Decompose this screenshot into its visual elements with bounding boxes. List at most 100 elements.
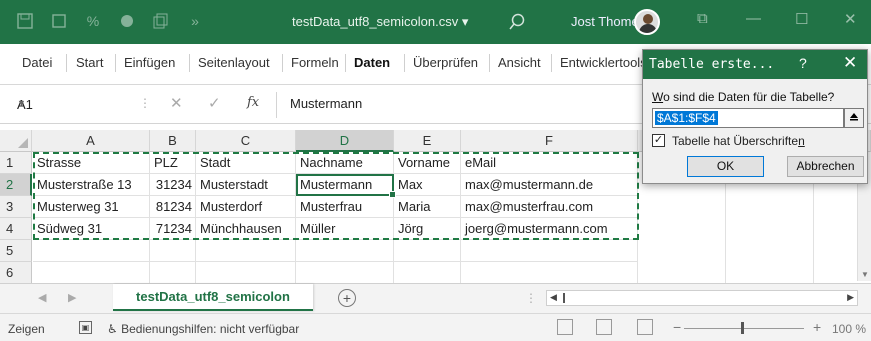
cell-d2[interactable]: Mustermann bbox=[296, 174, 394, 196]
cell-empty[interactable] bbox=[461, 262, 638, 284]
row-header[interactable]: 4 bbox=[0, 218, 32, 240]
cell-e4[interactable]: Jörg bbox=[394, 218, 461, 240]
column-header[interactable]: C bbox=[196, 130, 296, 152]
record-icon[interactable] bbox=[118, 12, 136, 30]
document-title[interactable]: testData_utf8_semicolon.csv ▾ bbox=[292, 14, 468, 30]
cell-b3[interactable]: 81234 bbox=[150, 196, 196, 218]
scroll-left-icon[interactable]: ◀ bbox=[550, 292, 557, 303]
column-header[interactable]: B bbox=[150, 130, 196, 152]
cell-b2[interactable]: 31234 bbox=[150, 174, 196, 196]
zoom-in-icon[interactable]: + bbox=[813, 319, 821, 335]
dialog-title-bar[interactable]: Tabelle erste... ? ✕ bbox=[643, 50, 867, 79]
save-icon[interactable] bbox=[16, 12, 34, 30]
tab-ueberpruefen[interactable]: Überprüfen bbox=[413, 55, 478, 70]
cell-empty[interactable] bbox=[150, 262, 196, 284]
cell-empty[interactable] bbox=[196, 262, 296, 284]
cell-d3[interactable]: Musterfrau bbox=[296, 196, 394, 218]
name-box[interactable]: A1 ▼ bbox=[10, 94, 122, 116]
sheet-next-icon[interactable]: ▶ bbox=[68, 291, 76, 304]
ribbon-display-icon[interactable]: ⧉ bbox=[697, 10, 708, 27]
cell-f4[interactable]: joerg@mustermann.com bbox=[461, 218, 638, 240]
macro-record-icon[interactable]: ▣ bbox=[79, 321, 92, 334]
tab-formeln[interactable]: Formeln bbox=[291, 55, 339, 70]
collapse-dialog-icon[interactable] bbox=[844, 108, 864, 128]
cell-empty[interactable] bbox=[150, 240, 196, 262]
tab-start[interactable]: Start bbox=[76, 55, 103, 70]
cancel-button[interactable]: Abbrechen bbox=[787, 156, 864, 177]
cell-a4[interactable]: Südweg 31 bbox=[33, 218, 150, 240]
cell-b4[interactable]: 71234 bbox=[150, 218, 196, 240]
cell-c2[interactable]: Musterstadt bbox=[196, 174, 296, 196]
column-header[interactable]: E bbox=[394, 130, 461, 152]
headers-checkbox[interactable]: ✓ bbox=[652, 134, 665, 147]
normal-view-icon[interactable] bbox=[557, 319, 573, 335]
row-header[interactable]: 5 bbox=[0, 240, 32, 262]
accessibility-status[interactable]: ♿ Bedienungshilfen: nicht verfügbar bbox=[107, 322, 299, 336]
cell-d1[interactable]: Nachname bbox=[296, 152, 394, 174]
scroll-right-icon[interactable]: ▶ bbox=[847, 292, 854, 303]
sheet-prev-icon[interactable]: ◀ bbox=[38, 291, 46, 304]
zoom-slider-thumb[interactable] bbox=[741, 322, 744, 334]
range-input[interactable]: $A$1:$F$4 bbox=[652, 108, 844, 128]
row-header[interactable]: 3 bbox=[0, 196, 32, 218]
ok-button[interactable]: OK bbox=[687, 156, 764, 177]
cell-d4[interactable]: Müller bbox=[296, 218, 394, 240]
cell-f3[interactable]: max@musterfrau.com bbox=[461, 196, 638, 218]
tab-seitenlayout[interactable]: Seitenlayout bbox=[198, 55, 270, 70]
tab-daten[interactable]: Daten bbox=[354, 55, 390, 70]
zoom-slider[interactable] bbox=[684, 328, 804, 329]
cell-e1[interactable]: Vorname bbox=[394, 152, 461, 174]
column-header[interactable]: D bbox=[296, 130, 394, 152]
row-header[interactable]: 6 bbox=[0, 262, 32, 284]
cell-a3[interactable]: Musterweg 31 bbox=[33, 196, 150, 218]
cell-empty[interactable] bbox=[196, 240, 296, 262]
add-sheet-icon[interactable]: + bbox=[338, 289, 356, 307]
cell-a2[interactable]: Musterstraße 13 bbox=[33, 174, 150, 196]
minimize-icon[interactable]: — bbox=[746, 10, 761, 27]
percent-format-icon[interactable]: % bbox=[84, 12, 102, 30]
close-icon[interactable]: ✕ bbox=[844, 10, 857, 28]
search-icon[interactable] bbox=[507, 12, 527, 32]
tab-ansicht[interactable]: Ansicht bbox=[498, 55, 541, 70]
cell-a1[interactable]: Strasse bbox=[33, 152, 150, 174]
insert-function-icon[interactable]: fx bbox=[247, 95, 259, 110]
headers-checkbox-label[interactable]: Tabelle hat Überschriften bbox=[672, 134, 805, 148]
user-name[interactable]: Jost Thome bbox=[571, 14, 639, 29]
cell-e2[interactable]: Max bbox=[394, 174, 461, 196]
formula-input[interactable]: Mustermann bbox=[290, 96, 362, 111]
scroll-thumb[interactable] bbox=[563, 293, 565, 303]
zoom-level[interactable]: 100 % bbox=[832, 322, 866, 336]
sheet-tab[interactable]: testData_utf8_semicolon bbox=[113, 284, 313, 311]
help-icon[interactable]: ? bbox=[799, 55, 807, 71]
copy-icon[interactable] bbox=[152, 12, 170, 30]
column-header[interactable]: A bbox=[32, 130, 150, 152]
cell-b1[interactable]: PLZ bbox=[150, 152, 196, 174]
cell-c1[interactable]: Stadt bbox=[196, 152, 296, 174]
tab-einfuegen[interactable]: Einfügen bbox=[124, 55, 175, 70]
avatar[interactable] bbox=[634, 9, 660, 35]
tab-datei[interactable]: Datei bbox=[22, 55, 52, 70]
cell-empty[interactable] bbox=[394, 240, 461, 262]
confirm-entry-icon[interactable]: ✓ bbox=[208, 94, 221, 112]
cell-f1[interactable]: eMail bbox=[461, 152, 638, 174]
cell-empty[interactable] bbox=[296, 240, 394, 262]
cell-e3[interactable]: Maria bbox=[394, 196, 461, 218]
close-icon[interactable]: ✕ bbox=[843, 53, 857, 73]
new-file-icon[interactable] bbox=[50, 12, 68, 30]
row-header[interactable]: 2 bbox=[0, 174, 32, 196]
select-all-button[interactable] bbox=[0, 130, 32, 152]
page-layout-view-icon[interactable] bbox=[596, 319, 612, 335]
page-break-view-icon[interactable] bbox=[637, 319, 653, 335]
more-commands-icon[interactable]: » bbox=[186, 12, 204, 30]
maximize-icon[interactable]: ☐ bbox=[795, 10, 808, 28]
zoom-out-icon[interactable]: − bbox=[673, 319, 681, 335]
column-header[interactable]: F bbox=[461, 130, 638, 152]
tab-entwicklertools[interactable]: Entwicklertools bbox=[560, 55, 647, 70]
chevron-down-icon[interactable]: ▼ bbox=[17, 98, 122, 108]
cell-empty[interactable] bbox=[33, 240, 150, 262]
cell-empty[interactable] bbox=[461, 240, 638, 262]
cell-empty[interactable] bbox=[33, 262, 150, 284]
horizontal-scrollbar[interactable]: ◀ ▶ bbox=[546, 290, 858, 306]
cell-f2[interactable]: max@mustermann.de bbox=[461, 174, 638, 196]
cell-c3[interactable]: Musterdorf bbox=[196, 196, 296, 218]
